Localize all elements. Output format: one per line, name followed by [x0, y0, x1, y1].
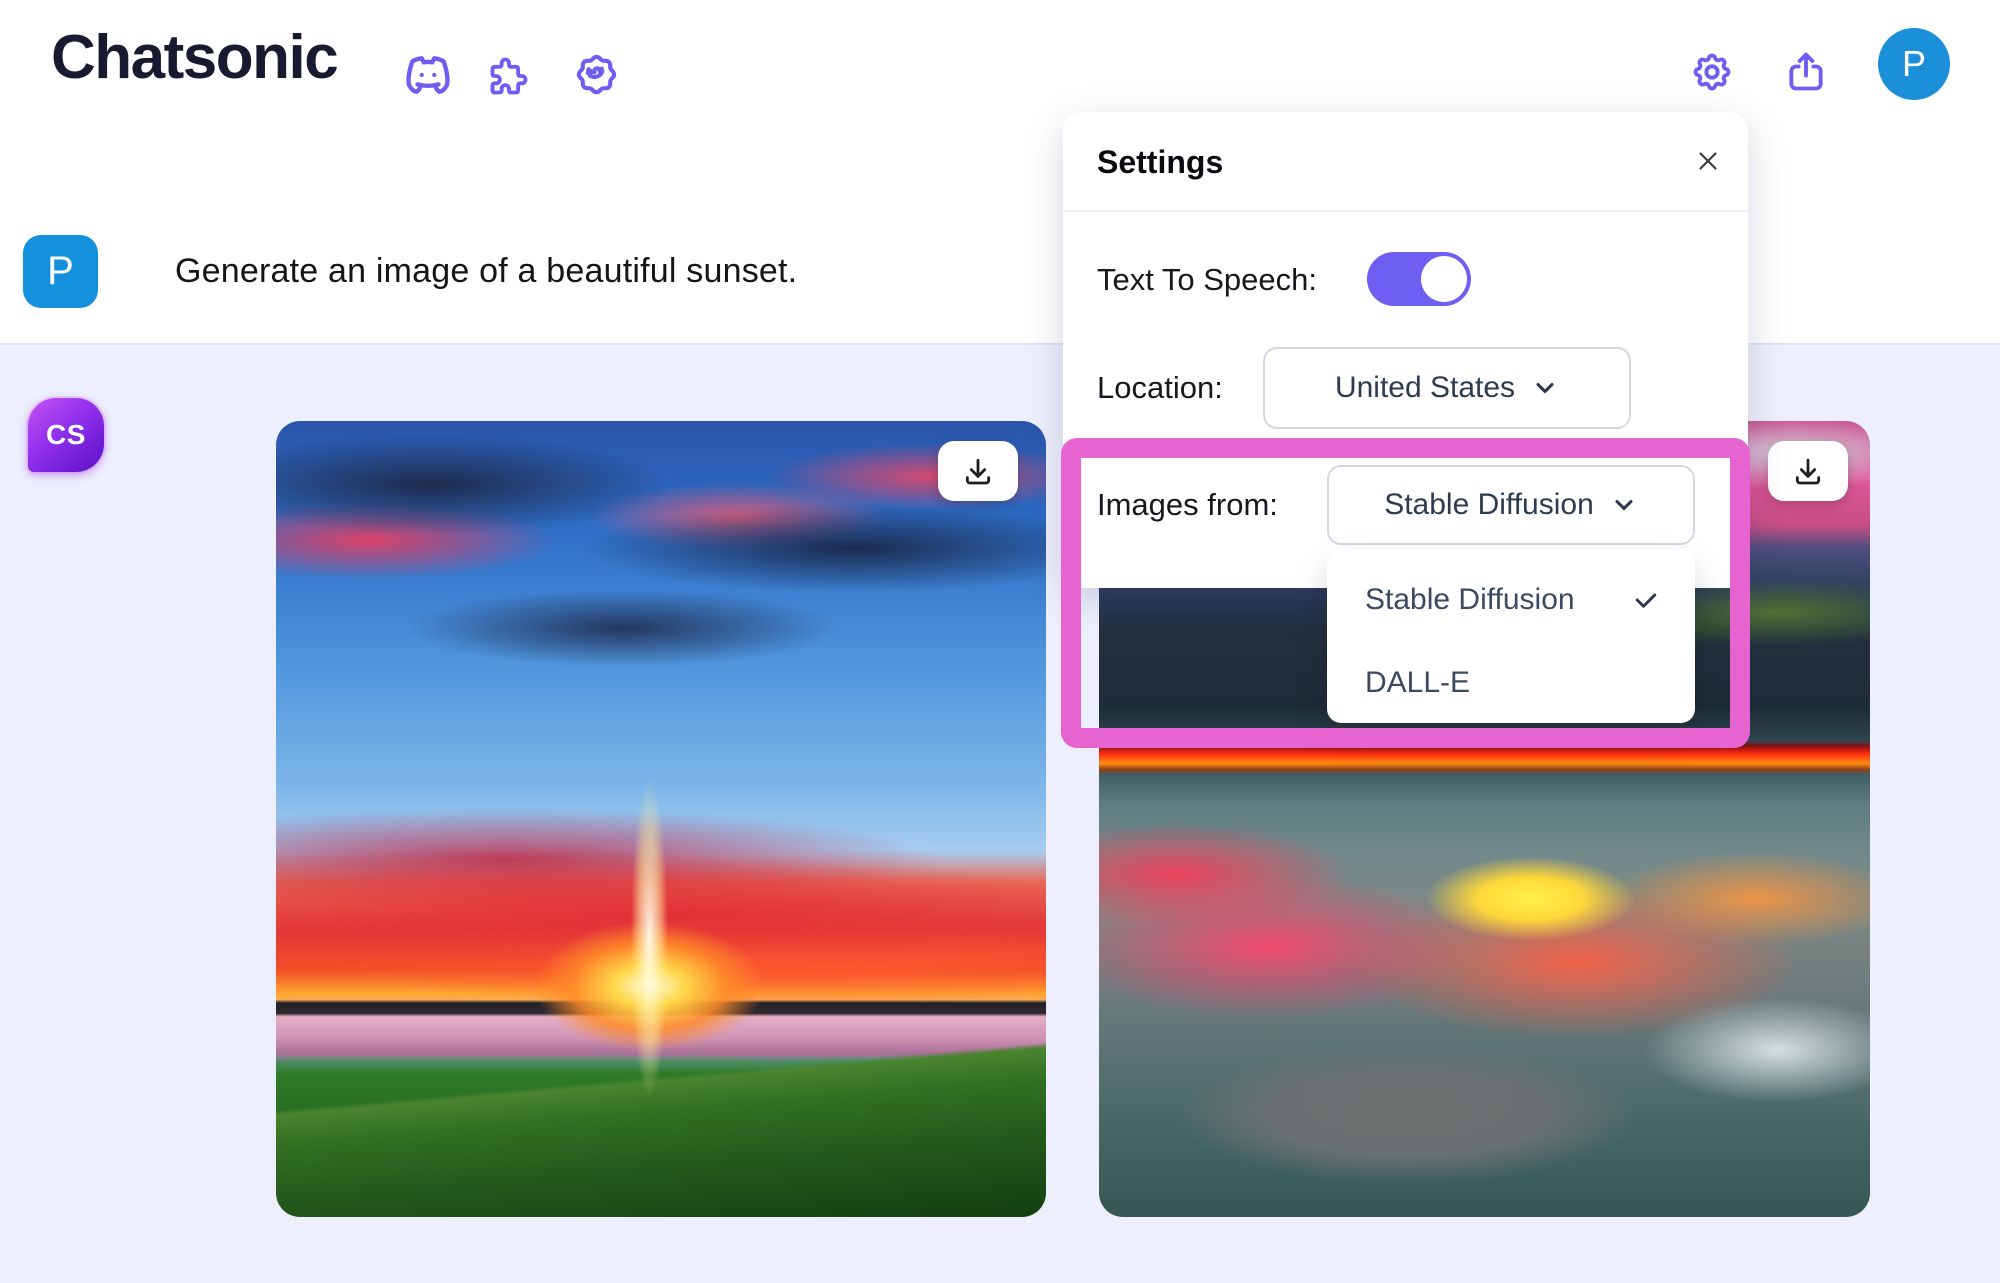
user-avatar: P [23, 235, 98, 308]
download-icon [1792, 455, 1824, 487]
chatsonic-bot-avatar: CS [28, 398, 104, 472]
discord-icon[interactable] [403, 50, 453, 100]
verified-badge-icon[interactable] [573, 51, 620, 98]
menu-option-stable-diffusion[interactable]: Stable Diffusion [1327, 565, 1695, 635]
settings-panel: Settings Text To Speech: Location: Unite… [1063, 112, 1748, 588]
download-image-1-button[interactable] [938, 441, 1018, 501]
location-dropdown-value: United States [1335, 371, 1515, 405]
chatsonic-bot-avatar-label: CS [46, 419, 86, 451]
profile-avatar-initial: P [1902, 43, 1926, 85]
close-icon[interactable] [1693, 146, 1723, 176]
share-icon[interactable] [1784, 50, 1828, 94]
text-to-speech-toggle[interactable] [1367, 252, 1471, 306]
user-message-text: Generate an image of a beautiful sunset. [175, 252, 797, 291]
text-to-speech-label: Text To Speech: [1097, 262, 1317, 298]
chatsonic-app: Chatsonic P [0, 0, 2000, 1283]
check-icon [1631, 585, 1661, 615]
location-label: Location: [1097, 370, 1223, 406]
menu-option-label: DALL-E [1365, 666, 1470, 700]
chevron-down-icon [1610, 491, 1638, 519]
images-from-dropdown-value: Stable Diffusion [1384, 488, 1594, 522]
settings-panel-title: Settings [1097, 144, 1223, 181]
chevron-down-icon [1531, 374, 1559, 402]
panel-divider [1063, 210, 1748, 212]
profile-avatar[interactable]: P [1878, 28, 1950, 100]
app-title: Chatsonic [51, 22, 337, 93]
generated-sunset-image-1 [276, 421, 1046, 1217]
images-from-menu: Stable Diffusion DALL-E [1327, 549, 1695, 723]
images-from-dropdown[interactable]: Stable Diffusion [1327, 465, 1695, 545]
menu-option-label: Stable Diffusion [1365, 583, 1575, 617]
user-avatar-initial: P [47, 249, 74, 294]
menu-option-dall-e[interactable]: DALL-E [1327, 648, 1695, 718]
location-dropdown[interactable]: United States [1263, 347, 1631, 429]
images-from-label: Images from: [1097, 487, 1278, 523]
download-image-2-button[interactable] [1768, 441, 1848, 501]
toggle-knob [1421, 256, 1467, 302]
puzzle-extension-icon[interactable] [487, 54, 531, 98]
download-icon [962, 455, 994, 487]
settings-gear-icon[interactable] [1690, 50, 1734, 94]
